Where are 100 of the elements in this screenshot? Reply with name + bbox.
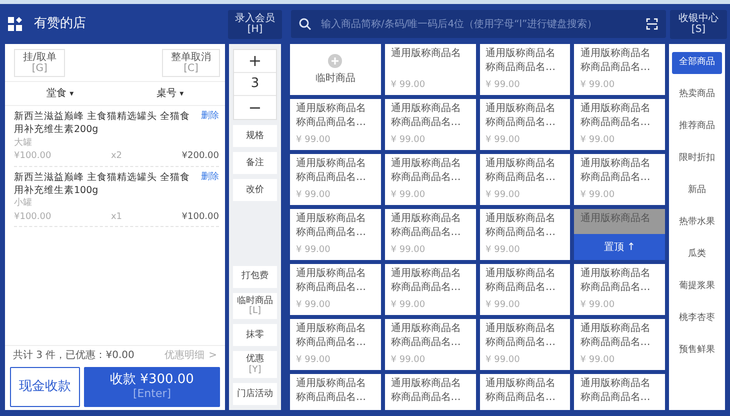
line-total: ¥100.00 — [182, 210, 219, 224]
product-name: 通用版称商品名 称商品商品名… — [486, 267, 556, 294]
hold-order-button[interactable]: 挂/取单 [G] — [14, 49, 66, 77]
pin-to-top-button[interactable]: 置顶 ↑ — [574, 234, 665, 260]
product-price: ¥ 99.00 — [390, 134, 426, 146]
action-button[interactable]: 临时商品 [L] — [233, 292, 277, 320]
action-button[interactable]: 规格 — [233, 125, 277, 147]
product-name: 通用版称商品名 称商品商品名… — [390, 212, 462, 239]
dropdown-button[interactable]: 堂食 ▾ — [46, 86, 74, 101]
product-name: 通用版称商品名 称商品商品名… — [580, 377, 652, 404]
product-tile[interactable]: 通用版称商品名 称商品商品名… — [480, 374, 570, 410]
product-price: ¥ 99.00 — [486, 244, 521, 256]
product-tile[interactable]: 通用版称商品名 称商品商品名… ¥ 99.00 — [290, 154, 381, 205]
product-name: 通用版称商品名 称商品商品名… — [486, 102, 556, 129]
product-tile[interactable]: 通用版称商品名 称商品商品名… ¥ 99.00 — [480, 319, 570, 370]
member-button[interactable]: 录入会员 [H] — [228, 10, 282, 38]
product-price: ¥ 99.00 — [486, 298, 521, 312]
product-tile[interactable]: 通用版称商品名 称商品商品名… ¥ 99.00 — [290, 319, 381, 370]
temporary-product-tile[interactable]: 临时商品 — [290, 44, 381, 95]
grid-logo-icon — [8, 17, 22, 31]
product-tile[interactable]: 通用版称商品名 ¥ 99.00 — [384, 44, 476, 95]
order-summary: 共计 3 件，已优惠：¥0.00 — [13, 348, 134, 363]
product-tile[interactable]: 通用版称商品名 称商品商品名… ¥ 99.00 — [384, 264, 476, 315]
product-name: 通用版称商品名 称商品商品名… — [486, 47, 556, 74]
product-tile[interactable]: 通用版称商品名 称商品商品名… ¥ 99.00 — [480, 264, 570, 315]
action-button[interactable]: 优惠 [Y] — [233, 351, 277, 378]
product-name: 通用版称商品名 称商品商品名… — [486, 157, 556, 184]
product-tile[interactable]: 通用版称商品名 称商品商品名… ¥ 99.00 — [574, 264, 665, 315]
action-button[interactable]: 门店活动 — [233, 383, 277, 405]
product-price: ¥ 99.00 — [390, 244, 426, 256]
product-tile[interactable]: 通用版称商品名 称商品商品名… — [574, 374, 665, 410]
product-name: 通用版称商品名 称商品商品名… — [580, 47, 652, 74]
product-tile[interactable]: 通用版称商品名 称商品商品名… — [290, 374, 381, 410]
quantity-text: x2 — [110, 150, 122, 164]
product-price: ¥ 99.00 — [486, 354, 521, 366]
product-name: 通用版称商品名 称商品商品名… — [390, 267, 462, 294]
cash-payment-button[interactable]: 现金收款 — [10, 367, 80, 407]
product-tile[interactable]: 通用版称商品名 称商品商品名… ¥ 99.00 — [384, 154, 476, 205]
product-price: ¥ 99.00 — [486, 134, 521, 146]
product-name: 通用版称商品名 称商品商品名… — [580, 157, 652, 184]
store-name: 有赞的店 — [34, 15, 86, 34]
product-price: ¥ 99.00 — [296, 188, 332, 202]
cashier-center-button[interactable]: 收银中心 [S] — [670, 10, 727, 38]
action-button[interactable]: 备注 — [233, 152, 277, 174]
variant-label: 小罐 — [14, 197, 33, 210]
product-price: ¥ 99.00 — [296, 134, 332, 146]
product-tile[interactable]: 通用版称商品名 称商品商品名… ¥ 99.00 — [480, 99, 570, 150]
product-price: ¥ 99.00 — [580, 298, 616, 312]
product-price: ¥ 99.00 — [486, 188, 521, 202]
product-tile[interactable]: 通用版称商品名 置顶 ↑ — [574, 209, 665, 260]
product-price: ¥ 99.00 — [390, 298, 426, 312]
variant-label: 大罐 — [14, 136, 33, 150]
product-tile[interactable]: 通用版称商品名 称商品商品名… ¥ 99.00 — [574, 154, 665, 205]
unit-price: ¥100.00 — [14, 210, 52, 224]
product-name: 通用版称商品名 称商品商品名… — [296, 322, 367, 349]
product-tile[interactable]: 通用版称商品名 称商品商品名… ¥ 99.00 — [290, 99, 381, 150]
product-tile[interactable]: 通用版称商品名 称商品商品名… ¥ 99.00 — [480, 209, 570, 260]
product-name: 通用版称商品名 称商品商品名… — [486, 322, 556, 349]
product-name: 通用版称商品名 称商品商品名… — [390, 377, 462, 404]
dropdown-button[interactable]: 桌号 ▾ — [156, 86, 184, 101]
product-tile[interactable]: 通用版称商品名 称商品商品名… ¥ 99.00 — [480, 44, 570, 95]
product-price: ¥ 99.00 — [390, 78, 426, 92]
action-button[interactable]: 打包费 — [233, 266, 277, 288]
product-name: 通用版称商品名 — [390, 47, 462, 60]
product-tile[interactable]: 通用版称商品名 称商品商品名… ¥ 99.00 — [574, 319, 665, 370]
product-price: ¥ 99.00 — [580, 188, 616, 202]
search-input[interactable]: 输入商品简称/条码/唯一码后4位（使用字母“l”进行键盘搜索） — [319, 16, 638, 32]
product-name: 通用版称商品名 称商品商品名… — [296, 212, 367, 239]
product-tile[interactable]: 通用版称商品名 称商品商品名… ¥ 99.00 — [384, 319, 476, 370]
delete-link[interactable]: 删除 — [201, 170, 219, 198]
product-tile[interactable]: 通用版称商品名 称商品商品名… ¥ 99.00 — [290, 264, 381, 315]
product-name: 通用版称商品名 称商品商品名… — [580, 267, 652, 294]
checkout-button[interactable]: 收款 ¥300.00 [Enter] — [84, 367, 220, 407]
line-total: ¥200.00 — [182, 150, 219, 164]
product-tile[interactable]: 通用版称商品名 称商品商品名… ¥ 99.00 — [384, 99, 476, 150]
unit-price: ¥100.00 — [14, 150, 52, 164]
product-name: 通用版称商品名 称商品商品名… — [390, 102, 462, 129]
cancel-order-button[interactable]: 整单取消 [C] — [162, 49, 220, 77]
product-name: 通用版称商品名 称商品商品名… — [296, 267, 367, 294]
product-tile[interactable]: 通用版称商品名 称商品商品名… ¥ 99.00 — [290, 209, 381, 260]
product-name: 通用版称商品名 称商品商品名… — [486, 377, 556, 404]
product-price: ¥ 99.00 — [296, 298, 332, 312]
product-price: ¥ 99.00 — [390, 354, 426, 366]
product-name: 通用版称商品名 称商品商品名… — [390, 322, 462, 349]
product-price: ¥ 99.00 — [580, 134, 616, 146]
product-tile[interactable]: 通用版称商品名 称商品商品名… ¥ 99.00 — [384, 209, 476, 260]
delete-link[interactable]: 删除 — [201, 110, 219, 137]
search-field[interactable]: 输入商品简称/条码/唯一码后4位（使用字母“l”进行键盘搜索） — [291, 10, 666, 38]
action-button[interactable]: 抹零 — [233, 324, 277, 346]
product-tile[interactable]: 通用版称商品名 称商品商品名… ¥ 99.00 — [574, 99, 665, 150]
product-name: 通用版称商品名 称商品商品名… — [486, 212, 556, 239]
product-name: 通用版称商品名 称商品商品名… — [296, 157, 367, 184]
scan-icon[interactable] — [646, 18, 658, 30]
product-tile[interactable]: 通用版称商品名 称商品商品名… ¥ 99.00 — [574, 44, 665, 95]
product-tile[interactable]: 通用版称商品名 称商品商品名… — [384, 374, 476, 410]
product-price: ¥ 99.00 — [390, 188, 426, 202]
product-price: ¥ 99.00 — [296, 354, 332, 366]
action-button[interactable]: 改价 — [233, 179, 277, 201]
product-tile[interactable]: 通用版称商品名 称商品商品名… ¥ 99.00 — [480, 154, 570, 205]
category-tab[interactable]: 全部商品 — [672, 52, 722, 74]
